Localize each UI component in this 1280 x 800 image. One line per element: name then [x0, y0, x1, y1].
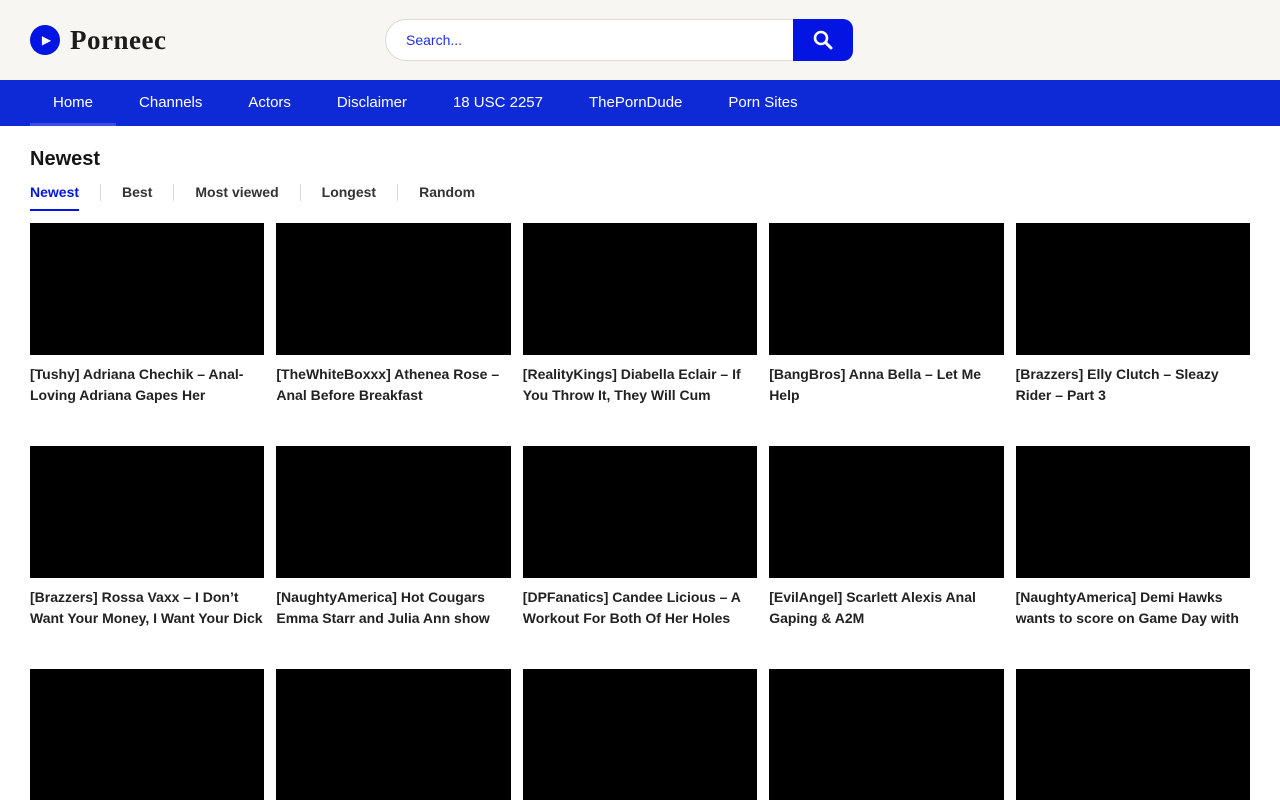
- play-icon: ▶: [30, 25, 60, 55]
- video-title[interactable]: [NaughtyAmerica] Hot Cougars Emma Starr …: [276, 587, 510, 629]
- logo[interactable]: ▶ Porneec: [30, 25, 166, 56]
- video-thumbnail[interactable]: [523, 669, 757, 800]
- search-icon: [812, 29, 834, 51]
- video-thumbnail[interactable]: [276, 446, 510, 578]
- search-form: [385, 19, 853, 61]
- main-nav-items: HomeChannelsActorsDisclaimer18 USC 2257T…: [30, 80, 821, 126]
- video-thumbnail[interactable]: [30, 446, 264, 578]
- tab-longest[interactable]: Longest: [322, 184, 376, 209]
- video-card: [NaughtyAmerica] Demi Hawks wants to sco…: [1016, 446, 1250, 629]
- tab-divider: [300, 184, 301, 201]
- video-title[interactable]: [Tushy] Adriana Chechik – Anal-Loving Ad…: [30, 364, 264, 406]
- tab-random[interactable]: Random: [419, 184, 475, 209]
- video-card: [769, 669, 1003, 800]
- nav-item-home[interactable]: Home: [30, 80, 116, 126]
- video-grid: [Tushy] Adriana Chechik – Anal-Loving Ad…: [30, 223, 1250, 800]
- video-thumbnail[interactable]: [1016, 669, 1250, 800]
- video-card: [Tushy] Adriana Chechik – Anal-Loving Ad…: [30, 223, 264, 406]
- tab-divider: [397, 184, 398, 201]
- nav-item-18-usc-2257[interactable]: 18 USC 2257: [430, 80, 566, 126]
- sort-tabs: Newest Best Most viewed Longest Random: [30, 184, 1250, 211]
- nav-item-actors[interactable]: Actors: [225, 80, 314, 126]
- video-card: [Brazzers] Rossa Vaxx – I Don’t Want You…: [30, 446, 264, 629]
- tab-newest[interactable]: Newest: [30, 184, 79, 211]
- video-card: [1016, 669, 1250, 800]
- video-card: [523, 669, 757, 800]
- tab-most-viewed[interactable]: Most viewed: [195, 184, 278, 209]
- brand-name: Porneec: [70, 25, 166, 56]
- search-button[interactable]: [793, 19, 853, 61]
- video-title[interactable]: [DPFanatics] Candee Licious – A Workout …: [523, 587, 757, 629]
- site-header: ▶ Porneec: [0, 0, 1280, 80]
- nav-item-disclaimer[interactable]: Disclaimer: [314, 80, 430, 126]
- video-thumbnail[interactable]: [276, 669, 510, 800]
- video-card: [Brazzers] Elly Clutch – Sleazy Rider – …: [1016, 223, 1250, 406]
- video-title[interactable]: [NaughtyAmerica] Demi Hawks wants to sco…: [1016, 587, 1250, 629]
- video-card: [30, 669, 264, 800]
- video-card: [BangBros] Anna Bella – Let Me Help: [769, 223, 1003, 406]
- nav-item-porn-sites[interactable]: Porn Sites: [705, 80, 820, 126]
- video-title[interactable]: [RealityKings] Diabella Eclair – If You …: [523, 364, 757, 406]
- video-card: [EvilAngel] Scarlett Alexis Anal Gaping …: [769, 446, 1003, 629]
- nav-item-channels[interactable]: Channels: [116, 80, 225, 126]
- video-title[interactable]: [Brazzers] Rossa Vaxx – I Don’t Want You…: [30, 587, 264, 629]
- video-thumbnail[interactable]: [769, 669, 1003, 800]
- nav-item-theporndude[interactable]: ThePornDude: [566, 80, 705, 126]
- video-card: [276, 669, 510, 800]
- video-thumbnail[interactable]: [30, 223, 264, 355]
- video-thumbnail[interactable]: [276, 223, 510, 355]
- main-content: Newest Newest Best Most viewed Longest Rando…: [0, 148, 1280, 800]
- video-card: [NaughtyAmerica] Hot Cougars Emma Starr …: [276, 446, 510, 629]
- video-title[interactable]: [EvilAngel] Scarlett Alexis Anal Gaping …: [769, 587, 1003, 629]
- video-card: [DPFanatics] Candee Licious – A Workout …: [523, 446, 757, 629]
- search-input[interactable]: [385, 19, 793, 61]
- video-thumbnail[interactable]: [769, 446, 1003, 578]
- main-nav: HomeChannelsActorsDisclaimer18 USC 2257T…: [0, 80, 1280, 126]
- video-thumbnail[interactable]: [30, 669, 264, 800]
- video-thumbnail[interactable]: [523, 446, 757, 578]
- tab-divider: [100, 184, 101, 201]
- video-thumbnail[interactable]: [523, 223, 757, 355]
- video-thumbnail[interactable]: [1016, 446, 1250, 578]
- video-title[interactable]: [BangBros] Anna Bella – Let Me Help: [769, 364, 1003, 406]
- video-title[interactable]: [Brazzers] Elly Clutch – Sleazy Rider – …: [1016, 364, 1250, 406]
- video-title[interactable]: [TheWhiteBoxxx] Athenea Rose – Anal Befo…: [276, 364, 510, 406]
- video-card: [RealityKings] Diabella Eclair – If You …: [523, 223, 757, 406]
- tab-divider: [173, 184, 174, 201]
- video-thumbnail[interactable]: [1016, 223, 1250, 355]
- tab-best[interactable]: Best: [122, 184, 152, 209]
- video-card: [TheWhiteBoxxx] Athenea Rose – Anal Befo…: [276, 223, 510, 406]
- video-thumbnail[interactable]: [769, 223, 1003, 355]
- page-title: Newest: [30, 148, 1250, 170]
